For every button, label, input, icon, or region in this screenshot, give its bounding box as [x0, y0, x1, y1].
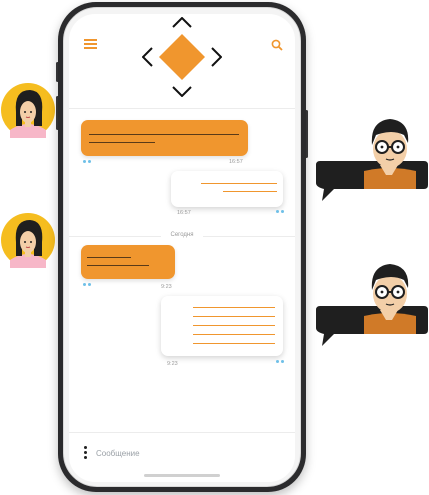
message-bubble-outgoing[interactable]: [171, 171, 283, 207]
header-divider: [69, 108, 295, 109]
date-separator: Сегодня: [69, 231, 295, 241]
phone-screen: 16:57 16:57 Сегодня 9:23 9:23 Сообщение: [69, 14, 295, 482]
message-input[interactable]: Сообщение: [96, 448, 276, 460]
read-receipt-icon: [83, 283, 92, 286]
avatar-girl-bottom: [0, 212, 56, 268]
message-time: 9:23: [167, 361, 178, 367]
read-receipt-icon: [276, 360, 285, 363]
message-time: 16:57: [229, 159, 243, 165]
message-bubble-incoming[interactable]: [81, 245, 175, 279]
read-receipt-icon: [276, 210, 285, 213]
date-separator-label: Сегодня: [170, 232, 194, 238]
message-bubble-outgoing[interactable]: [161, 296, 283, 356]
avatar-guy-bottom: [312, 258, 428, 348]
composer-divider: [69, 432, 295, 433]
diamond-logo: [141, 16, 223, 98]
message-bubble-incoming[interactable]: [81, 120, 248, 156]
avatar-guy-top: [312, 113, 428, 203]
message-time: 16:57: [177, 210, 191, 216]
read-receipt-icon: [83, 160, 92, 163]
message-time: 9:23: [161, 284, 172, 290]
more-vertical-icon[interactable]: [84, 446, 88, 460]
search-icon[interactable]: [271, 38, 283, 51]
menu-icon[interactable]: [84, 39, 97, 49]
home-indicator: [144, 474, 220, 477]
avatar-girl-top: [0, 82, 56, 138]
